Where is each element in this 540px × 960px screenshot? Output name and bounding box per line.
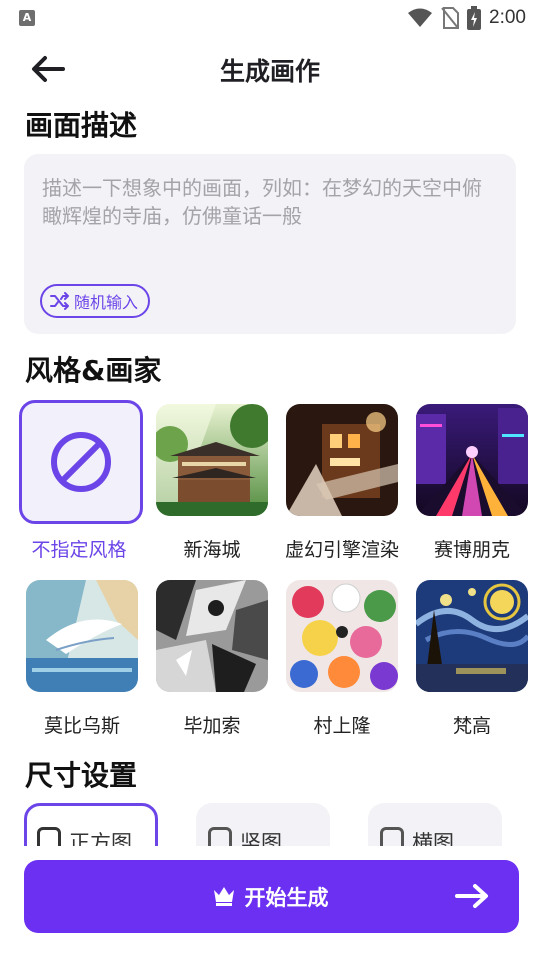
no-sim-icon bbox=[441, 7, 460, 29]
style-thumb-vangogh bbox=[416, 580, 528, 692]
shuffle-icon bbox=[50, 292, 69, 310]
style-thumb-picasso bbox=[156, 580, 268, 692]
battery-icon bbox=[467, 6, 482, 30]
style-label: 不指定风格 bbox=[31, 539, 127, 561]
style-thumb-shinkai bbox=[156, 404, 268, 516]
random-input-button[interactable]: 随机输入 bbox=[40, 284, 151, 318]
style-section-title: 风格&画家 bbox=[25, 354, 162, 387]
style-thumb-murakami bbox=[286, 580, 398, 692]
arrow-right-icon bbox=[455, 884, 488, 908]
description-box: 随机输入 bbox=[24, 154, 516, 334]
status-time: 2:00 bbox=[489, 7, 526, 28]
wifi-icon bbox=[408, 8, 433, 27]
status-icons: 2:00 bbox=[407, 6, 526, 30]
page-title: 生成画作 bbox=[219, 57, 320, 86]
size-section-title: 尺寸设置 bbox=[25, 759, 138, 792]
status-bar: A 2:00 bbox=[0, 0, 540, 36]
app-notification-icon: A bbox=[19, 10, 35, 26]
description-input[interactable] bbox=[42, 174, 498, 274]
description-section-title: 画面描述 bbox=[25, 109, 138, 142]
style-label: 村上隆 bbox=[313, 715, 371, 737]
generate-button-label: 开始生成 bbox=[244, 886, 329, 910]
style-thumb-cyberpunk bbox=[416, 404, 528, 516]
no-style-icon bbox=[51, 432, 111, 492]
style-thumb-unreal bbox=[286, 404, 398, 516]
style-label: 新海城 bbox=[183, 539, 241, 561]
style-label: 虚幻引擎渲染 bbox=[284, 539, 399, 561]
style-thumb-moebius bbox=[26, 580, 138, 692]
style-label: 赛博朋克 bbox=[433, 539, 510, 561]
generate-button[interactable]: 开始生成 bbox=[24, 860, 519, 933]
style-label: 毕加索 bbox=[183, 715, 241, 737]
random-input-label: 随机输入 bbox=[74, 293, 139, 312]
style-label: 梵高 bbox=[452, 715, 491, 737]
style-thumb-none bbox=[19, 400, 143, 524]
style-label: 莫比乌斯 bbox=[43, 715, 120, 737]
